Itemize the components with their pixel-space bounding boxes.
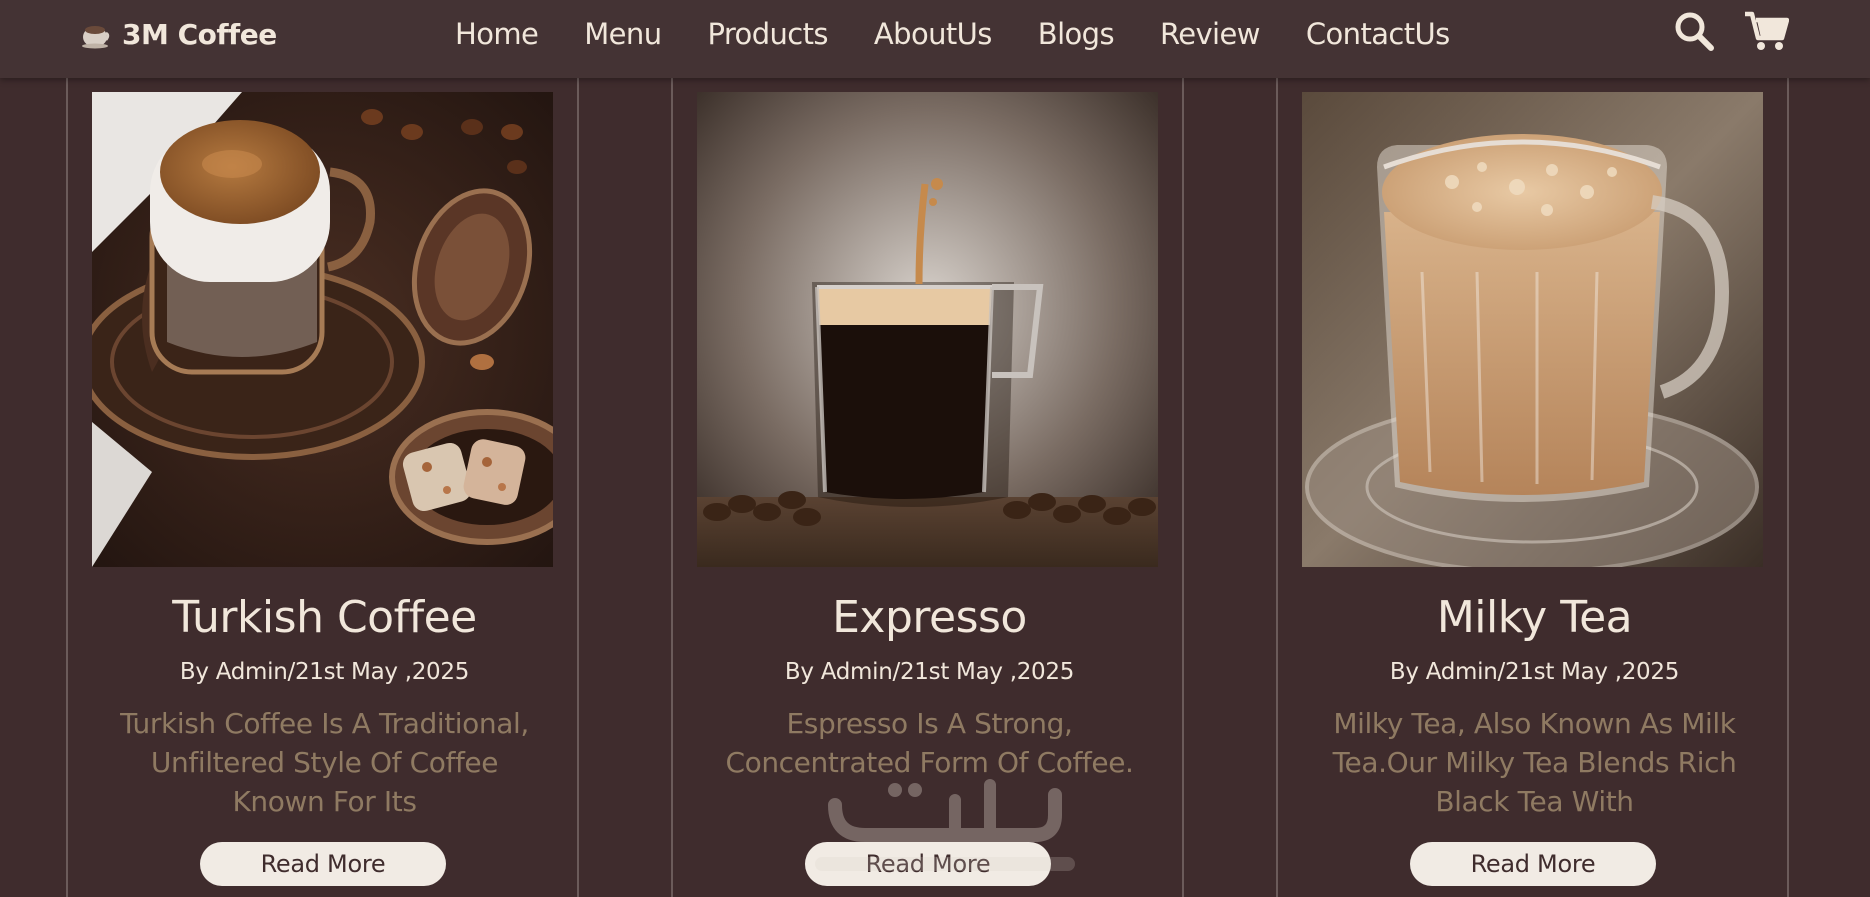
turkish-coffee-image (92, 92, 553, 567)
card-title: Turkish Coffee (172, 592, 477, 643)
nav-review[interactable]: Review (1160, 17, 1260, 51)
espresso-image (697, 92, 1158, 567)
brand-logo[interactable]: 3M Coffee (80, 14, 277, 54)
card-title: Milky Tea (1436, 592, 1633, 643)
search-button[interactable] (1673, 10, 1715, 52)
nav-home[interactable]: Home (455, 17, 539, 51)
nav-products[interactable]: Products (707, 17, 828, 51)
nav-contactus[interactable]: ContactUs (1306, 17, 1450, 51)
cart-icon (1745, 11, 1790, 50)
card-meta: By Admin/21st May ,2025 (1389, 659, 1680, 685)
card-title: Expresso (832, 592, 1027, 643)
card-description: Espresso Is A Strong, Concentrated Form … (725, 707, 1134, 779)
nav-aboutus[interactable]: AboutUs (874, 17, 992, 51)
card-description: Turkish Coffee Is A Traditional, Unfilte… (120, 707, 529, 818)
blog-card-turkish-coffee: Turkish Coffee By Admin/21st May ,2025 T… (66, 78, 579, 897)
cart-button[interactable] (1743, 10, 1790, 52)
read-more-button[interactable]: Read More (1410, 842, 1656, 886)
card-description: Milky Tea, Also Known As Milk Tea.Our Mi… (1332, 707, 1737, 818)
search-icon (1675, 12, 1714, 51)
nav-blogs[interactable]: Blogs (1038, 17, 1115, 51)
read-more-button[interactable]: Read More (805, 842, 1051, 886)
blog-card-milky-tea: Milky Tea By Admin/21st May ,2025 Milky … (1276, 78, 1789, 897)
read-more-button[interactable]: Read More (200, 842, 446, 886)
card-meta: By Admin/21st May ,2025 (784, 659, 1075, 685)
coffee-cup-icon (82, 26, 110, 49)
site-header: 3M Coffee Home Menu Products AboutUs Blo… (0, 0, 1870, 78)
card-meta: By Admin/21st May ,2025 (179, 659, 470, 685)
main-nav: Home Menu Products AboutUs Blogs Review … (455, 12, 1450, 56)
blog-card-expresso: Expresso By Admin/21st May ,2025 Espress… (671, 78, 1184, 897)
milky-tea-image (1302, 92, 1763, 567)
nav-menu[interactable]: Menu (584, 17, 662, 51)
brand-name: 3M Coffee (122, 17, 277, 51)
